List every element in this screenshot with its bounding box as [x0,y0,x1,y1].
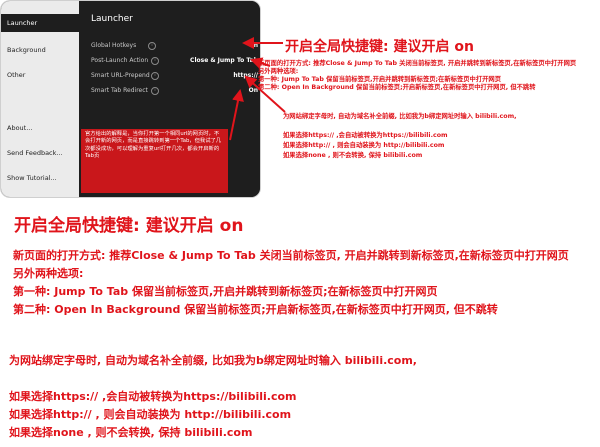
annotation-heading-right: 开启全局快捷键: 建议开启 on [285,39,474,55]
annotation-large-line: 如果选择https:// ,会自动被转换为https://bilibili.co… [9,390,297,403]
annotation-large-line: 第一种: Jump To Tab 保留当前标签页,开启并跳转到新标签页;在新标签… [13,285,438,298]
annotation-line: 新页面的打开方式: 推荐Close & Jump To Tab 关闭当前标签页,… [258,60,577,67]
annotation-large-line: 第二种: Open In Background 保留当前标签页;开启新标签页,在… [13,303,498,316]
annotation-line: 第二种: Open In Background 保留当前标签页;开启新标签页,在… [258,84,536,91]
annotation-large-line: 为网站绑定字母时, 自动为域名补全前缀, 比如我为b绑定网址时输入 bilibi… [9,354,417,367]
annotation-large-line: 如果选择none , 则不会转换, 保持 bilibili.com [9,426,253,439]
annotation-heading-large: 开启全局快捷键: 建议开启 on [14,216,244,236]
annotation-line: 如果选择https:// ,会自动被转换为https://bilibili.co… [283,132,448,139]
annotation-large-line: 新页面的打开方式: 推荐Close & Jump To Tab 关闭当前标签页,… [13,249,569,262]
annotation-line: 如果选择none , 则不会转换, 保持 bilibili.com [283,152,423,159]
annotation-large-line: 另外两种选项: [13,267,84,280]
annotation-line: 如果选择http:// , 则会自动装换为 http://bilibili.co… [283,142,445,149]
annotation-line: 为网站绑定字母时, 自动为域名补全前缀, 比如我为b绑定网址时输入 bilibi… [283,113,517,120]
annotation-large-line: 如果选择http:// , 则会自动装换为 http://bilibili.co… [9,408,292,421]
arrow-tooltip [229,89,244,141]
